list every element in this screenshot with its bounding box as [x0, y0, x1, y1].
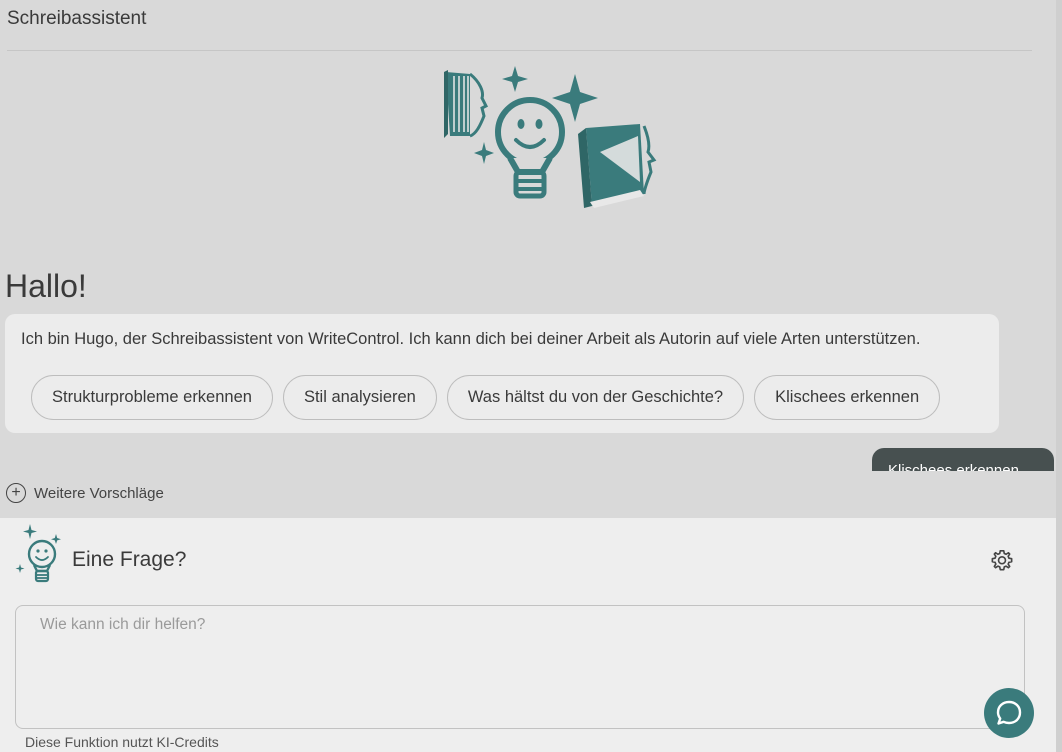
question-panel-title: Eine Frage?: [72, 548, 187, 571]
more-suggestions-button[interactable]: + Weitere Vorschläge: [6, 483, 164, 503]
more-suggestions-label: Weitere Vorschläge: [34, 484, 164, 502]
question-input[interactable]: [15, 605, 1025, 729]
chat-button[interactable]: [984, 688, 1034, 738]
lightbulb-face-icon: [15, 524, 61, 583]
user-message-text: Klischees erkennen: [888, 462, 1019, 471]
suggestion-chip-story-opinion[interactable]: Was hältst du von der Geschichte?: [446, 375, 745, 420]
book-right-icon: [578, 124, 657, 208]
suggestion-chip-style[interactable]: Stil analysieren: [282, 375, 437, 420]
lightbulb-face-icon: [495, 97, 565, 199]
scrollbar[interactable]: [1056, 0, 1062, 752]
chat-bubble-icon: [996, 700, 1022, 725]
sparkle-icon: [502, 66, 528, 92]
hugo-illustration: [444, 66, 657, 208]
suggestion-chip-cliches[interactable]: Klischees erkennen: [754, 375, 941, 420]
question-panel: Eine Frage? Diese Funktion nutzt KI-Cred…: [0, 518, 1056, 752]
user-message-bubble: Klischees erkennen: [872, 448, 1054, 471]
page-title: Schreibassistent: [7, 8, 147, 29]
book-left-icon: [444, 70, 489, 138]
sparkle-icon: [474, 142, 494, 164]
suggestion-chip-structure[interactable]: Strukturprobleme erkennen: [31, 375, 273, 420]
assistant-message-card: Ich bin Hugo, der Schreibassistent von W…: [5, 314, 999, 433]
plus-circle-icon: +: [6, 483, 26, 503]
credits-note: Diese Funktion nutzt KI-Credits: [25, 734, 219, 750]
assistant-intro-text: Ich bin Hugo, der Schreibassistent von W…: [21, 330, 921, 348]
suggestion-chips: Strukturprobleme erkennen Stil analysier…: [31, 375, 941, 420]
gear-icon[interactable]: [989, 547, 1015, 573]
header: Schreibassistent: [7, 0, 1032, 51]
greeting-heading: Hallo!: [5, 268, 87, 304]
